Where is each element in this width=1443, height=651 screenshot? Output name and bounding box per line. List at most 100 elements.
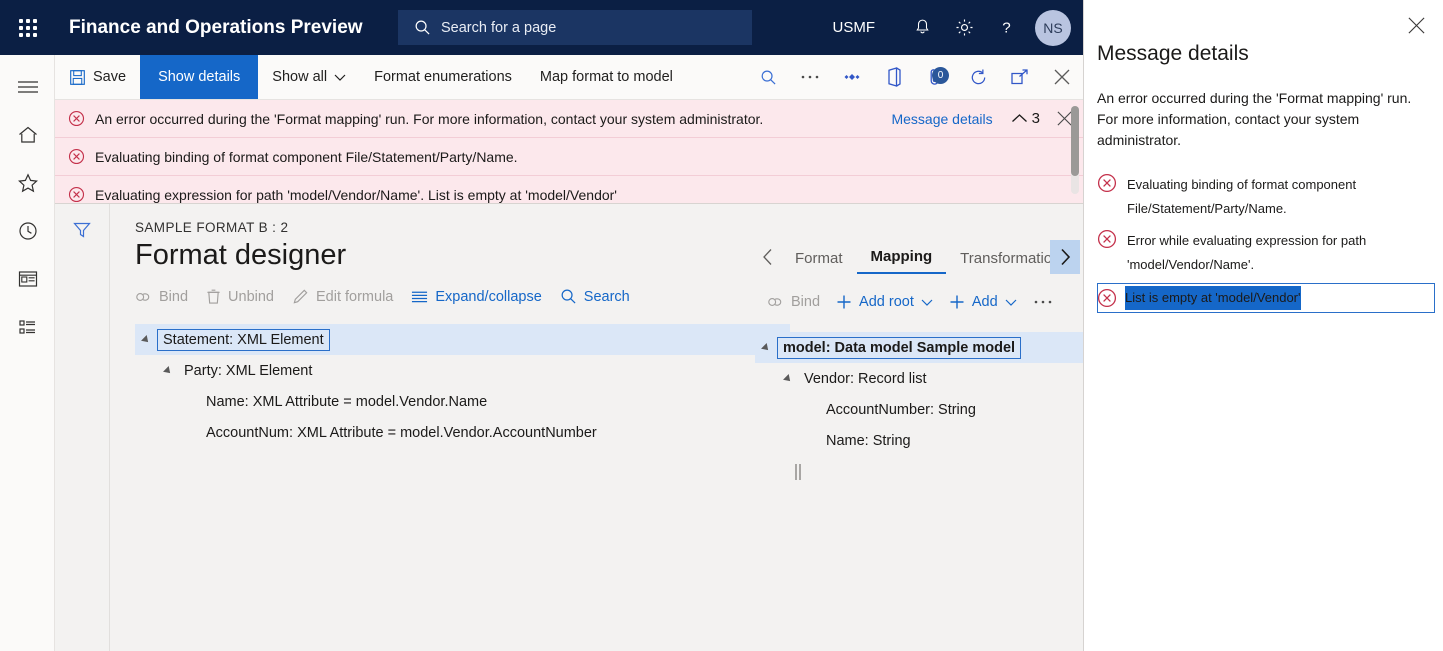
flyout-message-item-selected[interactable]: List is empty at 'model/Vendor'	[1097, 283, 1435, 313]
message-collapse-toggle[interactable]: 3	[1011, 110, 1040, 127]
search-tree-label: Search	[583, 288, 630, 305]
search-icon	[414, 19, 431, 36]
trash-icon	[206, 288, 221, 305]
tab-mapping[interactable]: Mapping	[856, 248, 947, 274]
attachments-icon[interactable]: 0	[915, 55, 957, 99]
tree-row-label: Vendor: Record list	[804, 370, 927, 387]
expander-icon[interactable]	[755, 342, 777, 353]
show-details-button[interactable]: Show details	[140, 55, 259, 99]
tree-row[interactable]: AccountNum: XML Attribute = model.Vendor…	[135, 417, 790, 448]
tabs-next-icon[interactable]	[1050, 240, 1081, 274]
save-label: Save	[93, 69, 127, 85]
message-details-link[interactable]: Message details	[891, 111, 992, 127]
message-count: 3	[1031, 110, 1040, 127]
clock-icon[interactable]	[0, 207, 55, 255]
error-icon	[1097, 288, 1117, 308]
filter-icon[interactable]	[55, 220, 109, 240]
message-bar: An error occurred during the 'Format map…	[55, 100, 1083, 204]
breadcrumb: SAMPLE FORMAT B : 2	[135, 220, 289, 235]
save-button[interactable]: Save	[55, 55, 140, 99]
mapping-bind-button[interactable]: Bind	[767, 294, 820, 310]
format-enumerations-button[interactable]: Format enumerations	[360, 55, 526, 99]
pane-splitter-handle[interactable]	[795, 464, 801, 480]
plus-icon	[836, 294, 852, 310]
add-root-label: Add root	[859, 294, 914, 310]
add-root-button[interactable]: Add root	[836, 294, 933, 310]
page-search-icon[interactable]	[747, 55, 789, 99]
message-text: Evaluating binding of format component F…	[95, 148, 518, 165]
tree-row-label: AccountNum: XML Attribute = model.Vendor…	[206, 424, 597, 441]
page-content: SAMPLE FORMAT B : 2 Format designer Bind…	[110, 204, 1155, 651]
tab-format[interactable]: Format	[781, 250, 857, 274]
chevron-down-icon	[334, 73, 346, 82]
tree-row[interactable]: Name: XML Attribute = model.Vendor.Name	[135, 386, 790, 417]
flyout-message-item[interactable]: Evaluating binding of format component F…	[1084, 169, 1443, 225]
tree-row-label: Statement: XML Element	[157, 328, 330, 351]
expander-icon[interactable]	[157, 365, 179, 376]
close-icon[interactable]	[1041, 55, 1083, 99]
expand-collapse-label: Expand/collapse	[435, 288, 542, 305]
tab-transformation[interactable]: Transformation	[946, 250, 1050, 274]
error-icon	[68, 110, 85, 127]
show-all-dropdown[interactable]: Show all	[258, 55, 360, 99]
modules-list-icon[interactable]	[0, 303, 55, 351]
expander-icon[interactable]	[777, 373, 799, 384]
question-icon[interactable]: ?	[985, 0, 1027, 55]
map-format-to-model-label: Map format to model	[539, 69, 673, 85]
message-row: An error occurred during the 'Format map…	[55, 100, 1083, 138]
more-options-icon[interactable]	[789, 55, 831, 99]
refresh-icon[interactable]	[957, 55, 999, 99]
add-label: Add	[971, 294, 998, 310]
popout-icon[interactable]	[999, 55, 1041, 99]
workspace-icon[interactable]	[0, 255, 55, 303]
flyout-close-icon[interactable]	[1403, 12, 1429, 38]
message-bar-scrollbar[interactable]	[1071, 106, 1079, 194]
chevron-down-icon	[1005, 298, 1017, 307]
more-options-icon	[1033, 299, 1053, 305]
show-details-label: Show details	[158, 69, 241, 85]
mapping-more-options-button[interactable]	[1033, 299, 1053, 305]
edit-formula-button[interactable]: Edit formula	[292, 288, 393, 305]
add-button[interactable]: Add	[949, 294, 1017, 310]
error-icon	[68, 148, 85, 165]
tree-row[interactable]: Party: XML Element	[135, 355, 790, 386]
global-search-placeholder: Search for a page	[441, 19, 557, 36]
bell-icon[interactable]	[901, 0, 943, 55]
avatar[interactable]: NS	[1035, 9, 1071, 46]
error-icon	[68, 186, 85, 203]
expander-icon[interactable]	[135, 334, 157, 345]
gear-icon[interactable]	[943, 0, 985, 55]
bind-button[interactable]: Bind	[135, 289, 188, 305]
link-icon	[135, 290, 152, 304]
format-enumerations-label: Format enumerations	[374, 69, 512, 85]
office-app-icon[interactable]	[873, 55, 915, 99]
bind-label: Bind	[159, 288, 189, 305]
hamburger-icon[interactable]	[0, 63, 55, 111]
flyout-message-item[interactable]: Error while evaluating expression for pa…	[1084, 225, 1443, 281]
unbind-button[interactable]: Unbind	[206, 288, 274, 305]
tabs-previous-icon[interactable]	[755, 240, 781, 274]
application-window: Finance and Operations Preview Search fo…	[0, 0, 1443, 651]
error-icon	[1097, 229, 1117, 249]
app-title: Finance and Operations Preview	[69, 16, 363, 38]
message-text: An error occurred during the 'Format map…	[95, 110, 764, 127]
map-format-to-model-button[interactable]: Map format to model	[526, 55, 687, 99]
tree-row[interactable]: Statement: XML Element	[135, 324, 790, 355]
tree-row-label: Name: String	[826, 432, 911, 449]
message-row: Evaluating expression for path 'model/Ve…	[55, 176, 1083, 203]
flyout-message-text: Error while evaluating expression for pa…	[1127, 233, 1367, 272]
star-icon[interactable]	[0, 159, 55, 207]
app-launcher-icon[interactable]	[0, 0, 55, 55]
flyout-message-text: Evaluating binding of format component F…	[1127, 177, 1357, 216]
attachments-badge-count: 0	[932, 67, 949, 84]
top-bar-actions: USMF ? NS	[833, 0, 1084, 55]
designer-panes: Statement: XML Element Party: XML Elemen…	[110, 240, 1155, 651]
pencil-icon	[292, 288, 309, 305]
global-search-input[interactable]: Search for a page	[398, 10, 752, 45]
search-tree-button[interactable]: Search	[560, 288, 630, 305]
company-selector[interactable]: USMF	[833, 19, 876, 36]
share-icon[interactable]	[831, 55, 873, 99]
expand-collapse-button[interactable]: Expand/collapse	[411, 288, 542, 305]
search-icon	[560, 288, 577, 305]
home-icon[interactable]	[0, 111, 55, 159]
